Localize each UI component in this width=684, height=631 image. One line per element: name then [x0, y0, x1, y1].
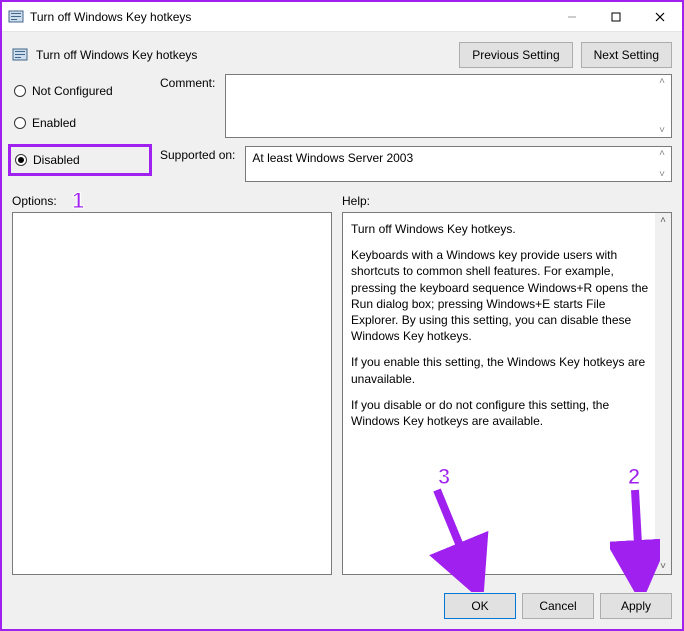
radio-icon	[14, 117, 26, 129]
radio-label: Enabled	[32, 116, 76, 130]
state-radio-group: Not Configured Enabled Disabled	[12, 74, 152, 182]
radio-icon-selected	[15, 154, 27, 166]
apply-button[interactable]: Apply	[600, 593, 672, 619]
supported-on-box: At least Windows Server 2003 ˄ ˅	[245, 146, 672, 182]
help-label: Help:	[342, 194, 370, 208]
radio-disabled[interactable]: Disabled	[13, 149, 149, 171]
ok-button[interactable]: OK	[444, 593, 516, 619]
radio-not-configured[interactable]: Not Configured	[12, 80, 152, 102]
radio-icon	[14, 85, 26, 97]
radio-enabled[interactable]: Enabled	[12, 112, 152, 134]
scroll-up-icon[interactable]: ˄	[655, 148, 669, 159]
radio-label: Not Configured	[32, 84, 113, 98]
scroll-down-icon[interactable]: ˅	[660, 559, 666, 574]
scroll-down-icon[interactable]: ˅	[655, 125, 669, 136]
supported-on-label: Supported on:	[160, 146, 235, 162]
gpedit-policy-dialog: Turn off Windows Key hotkeys Turn off Wi…	[2, 2, 682, 629]
help-scrollbar[interactable]: ˄ ˅	[655, 213, 671, 574]
scroll-up-icon[interactable]: ˄	[655, 76, 669, 87]
previous-setting-button[interactable]: Previous Setting	[459, 42, 572, 68]
supported-on-value: At least Windows Server 2003	[246, 147, 671, 169]
dialog-footer: OK Cancel Apply	[2, 583, 682, 629]
radio-label: Disabled	[33, 153, 80, 167]
help-text: If you enable this setting, the Windows …	[351, 354, 653, 386]
options-panel	[12, 212, 332, 575]
cancel-button[interactable]: Cancel	[522, 593, 594, 619]
policy-icon	[8, 9, 24, 25]
scroll-up-icon[interactable]: ˄	[660, 213, 666, 228]
next-setting-button[interactable]: Next Setting	[581, 42, 672, 68]
help-text: Keyboards with a Windows key provide use…	[351, 247, 653, 344]
comment-label: Comment:	[160, 74, 215, 90]
scroll-down-icon[interactable]: ˅	[655, 169, 669, 180]
window-title: Turn off Windows Key hotkeys	[30, 10, 191, 24]
maximize-button[interactable]	[594, 2, 638, 32]
header-row: Turn off Windows Key hotkeys Previous Se…	[2, 32, 682, 74]
comment-textarea[interactable]: ˄ ˅	[225, 74, 672, 138]
help-text: If you disable or do not configure this …	[351, 397, 653, 429]
annotation-highlight-disabled: Disabled	[8, 144, 152, 176]
policy-icon	[12, 47, 28, 63]
close-button[interactable]	[638, 2, 682, 32]
policy-name: Turn off Windows Key hotkeys	[36, 48, 197, 62]
minimize-button[interactable]	[550, 2, 594, 32]
help-panel: Turn off Windows Key hotkeys. Keyboards …	[342, 212, 672, 575]
titlebar: Turn off Windows Key hotkeys	[2, 2, 682, 32]
options-label: Options:	[12, 194, 342, 208]
help-text: Turn off Windows Key hotkeys.	[351, 221, 653, 237]
